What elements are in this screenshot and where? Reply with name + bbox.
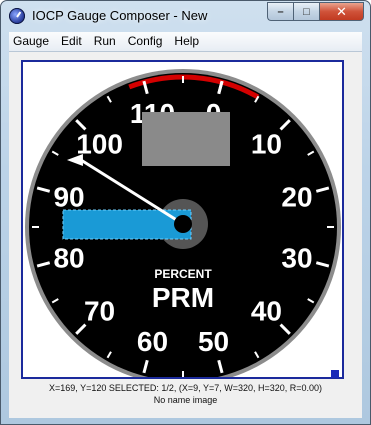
status-image-name: No name image	[153, 395, 218, 405]
resize-handle[interactable]	[331, 370, 339, 378]
scale-label-80: 80	[53, 243, 84, 274]
scale-label-30: 30	[281, 243, 312, 274]
client-area: 0102030405060708090100110PERCENTPRM X=16…	[9, 52, 362, 418]
window-title: IOCP Gauge Composer - New	[32, 8, 208, 23]
minimize-icon: –	[277, 5, 284, 18]
title-bar[interactable]: IOCP Gauge Composer - New – □ ✕	[1, 1, 370, 31]
menu-run[interactable]: Run	[88, 32, 122, 51]
menu-edit[interactable]: Edit	[55, 32, 88, 51]
scale-label-90: 90	[53, 181, 84, 212]
status-coordinates: X=169, Y=120 SELECTED: 1/2, (X=9, Y=7, W…	[48, 383, 323, 393]
gauge-app-icon[interactable]	[9, 8, 25, 24]
scale-label-50: 50	[198, 326, 229, 357]
menu-bar: Gauge Edit Run Config Help	[9, 32, 362, 52]
maximize-button[interactable]: □	[293, 2, 319, 21]
close-button[interactable]: ✕	[319, 2, 364, 21]
menu-gauge[interactable]: Gauge	[9, 32, 55, 51]
needle-center-cap	[174, 215, 192, 233]
menu-help[interactable]: Help	[168, 32, 205, 51]
scale-label-100: 100	[76, 129, 123, 160]
gauge-drawing[interactable]: 0102030405060708090100110PERCENTPRM	[23, 62, 342, 377]
scale-label-40: 40	[251, 295, 282, 326]
app-window: IOCP Gauge Composer - New – □ ✕ Gauge Ed…	[0, 0, 371, 425]
scale-label-60: 60	[137, 326, 168, 357]
maximize-icon: □	[303, 5, 310, 18]
scale-label-20: 20	[281, 181, 312, 212]
gauge-canvas[interactable]: 0102030405060708090100110PERCENTPRM	[21, 60, 344, 379]
caption-percent: PERCENT	[154, 267, 212, 281]
caption-buttons: – □ ✕	[267, 2, 364, 22]
minimize-button[interactable]: –	[267, 2, 293, 21]
menu-config[interactable]: Config	[122, 32, 169, 51]
close-icon: ✕	[336, 3, 347, 19]
caption-prm: PRM	[152, 282, 214, 313]
scale-label-10: 10	[251, 129, 282, 160]
scale-label-70: 70	[84, 295, 115, 326]
needle-selection-box	[62, 209, 192, 240]
display-window	[142, 112, 230, 166]
